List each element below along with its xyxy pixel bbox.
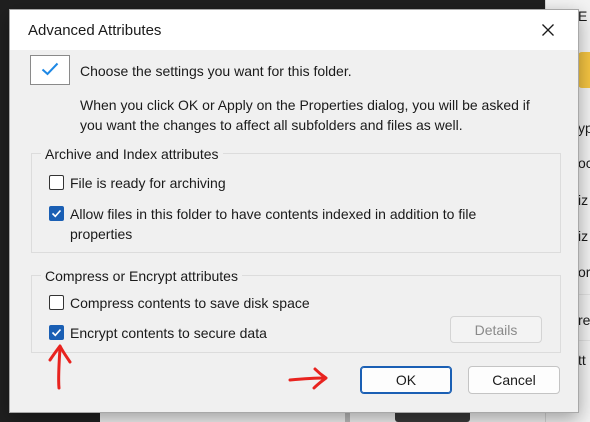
- compress-checkbox-label[interactable]: Compress contents to save disk space: [70, 293, 310, 313]
- dialog-title: Advanced Attributes: [28, 22, 162, 39]
- close-icon: [542, 24, 554, 36]
- bg-fragment: iz: [578, 228, 589, 244]
- arrow-up-annotation-icon: [48, 344, 72, 390]
- encrypt-checkbox[interactable]: [49, 325, 64, 340]
- archive-group-label: Archive and Index attributes: [41, 146, 223, 162]
- bg-fragment: or: [578, 264, 590, 280]
- bg-fragment: oc: [578, 155, 590, 171]
- dialog-heading: Choose the settings you want for this fo…: [80, 63, 352, 79]
- checkmark-icon: [51, 209, 62, 218]
- bg-fragment: iz: [578, 192, 589, 208]
- index-checkbox[interactable]: [49, 206, 64, 221]
- bg-fragment: yp: [578, 120, 590, 136]
- checkmark-icon: [51, 328, 62, 337]
- ok-button[interactable]: OK: [360, 366, 452, 394]
- compress-checkbox[interactable]: [49, 295, 64, 310]
- archive-checkbox-label[interactable]: File is ready for archiving: [70, 173, 226, 193]
- folder-icon: [578, 52, 590, 88]
- encrypt-checkbox-label[interactable]: Encrypt contents to secure data: [70, 323, 267, 343]
- advanced-attributes-dialog: Advanced Attributes Choose the settings …: [9, 9, 579, 413]
- cancel-button[interactable]: Cancel: [468, 366, 560, 394]
- checkmark-icon: [41, 62, 59, 76]
- bg-fragment: tt: [578, 352, 586, 368]
- folder-settings-icon: [30, 55, 70, 85]
- title-bar[interactable]: Advanced Attributes: [10, 10, 578, 50]
- bg-fragment: re: [578, 312, 590, 328]
- details-button[interactable]: Details: [450, 316, 542, 343]
- archive-checkbox[interactable]: [49, 175, 64, 190]
- arrow-right-annotation-icon: [288, 367, 328, 390]
- index-checkbox-label[interactable]: Allow files in this folder to have conte…: [70, 204, 530, 244]
- compress-group-label: Compress or Encrypt attributes: [41, 268, 242, 284]
- close-button[interactable]: [518, 10, 578, 50]
- bg-fragment: E: [578, 8, 588, 24]
- dialog-description: When you click OK or Apply on the Proper…: [80, 97, 530, 133]
